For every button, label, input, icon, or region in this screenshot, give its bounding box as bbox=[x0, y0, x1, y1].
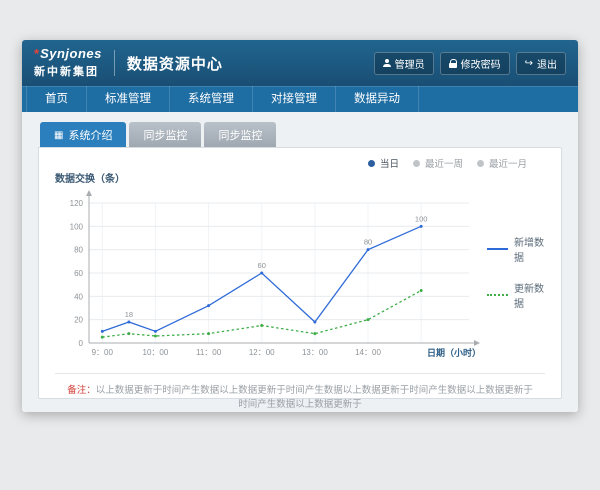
svg-text:120: 120 bbox=[70, 199, 84, 208]
svg-text:20: 20 bbox=[74, 316, 83, 325]
lock-icon bbox=[449, 59, 457, 68]
brand: * Synjones 新中新集团 数据资源中心 bbox=[34, 47, 223, 79]
app-window: * Synjones 新中新集团 数据资源中心 管理员 修改密码 退出 bbox=[22, 40, 578, 412]
range-option-last-month[interactable]: 最近一月 bbox=[477, 156, 527, 170]
tab-sync-monitor-2-label: 同步监控 bbox=[218, 127, 262, 143]
svg-text:日期（小时）: 日期（小时） bbox=[427, 347, 481, 358]
legend-line-new-data bbox=[487, 248, 508, 250]
svg-text:11：00: 11：00 bbox=[196, 348, 222, 357]
svg-text:9：00: 9：00 bbox=[92, 348, 114, 357]
logo-subtext: 新中新集团 bbox=[34, 63, 102, 79]
user-icon bbox=[383, 59, 391, 67]
brand-divider bbox=[114, 50, 115, 76]
series-legend: 新增数据 更新数据 bbox=[487, 234, 549, 310]
svg-text:13：00: 13：00 bbox=[302, 348, 328, 357]
svg-text:12：00: 12：00 bbox=[249, 348, 275, 357]
nav-item-data-changes[interactable]: 数据异动 bbox=[336, 86, 419, 112]
svg-text:14：00: 14：00 bbox=[355, 348, 381, 357]
range-legend: 当日 最近一周 最近一月 bbox=[51, 154, 549, 170]
range-option-last-week[interactable]: 最近一周 bbox=[413, 156, 463, 170]
content-area: 系统介绍 同步监控 同步监控 当日 最近一周 bbox=[22, 112, 578, 412]
app-header: * Synjones 新中新集团 数据资源中心 管理员 修改密码 退出 bbox=[22, 40, 578, 86]
tab-sync-monitor-1[interactable]: 同步监控 bbox=[129, 122, 201, 147]
nav-item-system-mgmt[interactable]: 系统管理 bbox=[170, 86, 253, 112]
svg-text:0: 0 bbox=[79, 339, 84, 348]
svg-text:10：00: 10：00 bbox=[143, 348, 169, 357]
logout-icon bbox=[525, 58, 533, 69]
admin-user-label: 管理员 bbox=[395, 56, 425, 71]
tab-bar: 系统介绍 同步监控 同步监控 bbox=[38, 122, 562, 147]
range-option-today[interactable]: 当日 bbox=[368, 156, 399, 170]
range-label-last-month: 最近一月 bbox=[489, 156, 527, 170]
y-axis-title: 数据交换（条） bbox=[55, 170, 549, 185]
svg-text:18: 18 bbox=[125, 310, 133, 319]
logo-text: Synjones bbox=[40, 47, 102, 60]
admin-user-button[interactable]: 管理员 bbox=[374, 52, 434, 75]
legend-item-new-data[interactable]: 新增数据 bbox=[487, 234, 549, 264]
range-dot-last-week bbox=[413, 160, 420, 167]
main-nav: 首页 标准管理 系统管理 对接管理 数据异动 bbox=[22, 86, 578, 112]
range-dot-today bbox=[368, 160, 375, 167]
footnote-text: 以上数据更新于时间产生数据以上数据更新于时间产生数据以上数据更新于时间产生数据以… bbox=[96, 385, 533, 410]
change-password-button[interactable]: 修改密码 bbox=[440, 52, 510, 75]
legend-label-new-data: 新增数据 bbox=[514, 234, 549, 264]
tab-system-intro-label: 系统介绍 bbox=[68, 127, 112, 143]
change-password-label: 修改密码 bbox=[461, 56, 501, 71]
nav-item-standard-mgmt[interactable]: 标准管理 bbox=[87, 86, 170, 112]
line-chart: 0 20 40 60 80 100 120 9：00 10：00 11：00 12：00 13：00 1… bbox=[51, 185, 483, 373]
tab-sync-monitor-2[interactable]: 同步监控 bbox=[204, 122, 276, 147]
range-label-today: 当日 bbox=[380, 156, 399, 170]
footnote-prefix: 备注： bbox=[67, 385, 96, 396]
logo-star-icon: * bbox=[34, 47, 39, 60]
svg-text:40: 40 bbox=[74, 292, 83, 301]
nav-item-connection-mgmt[interactable]: 对接管理 bbox=[253, 86, 336, 112]
chart-row: 0 20 40 60 80 100 120 9：00 10：00 11：00 12：00 13：00 1… bbox=[51, 185, 549, 373]
nav-item-home[interactable]: 首页 bbox=[26, 86, 87, 112]
grid-icon bbox=[54, 129, 63, 141]
svg-text:60: 60 bbox=[74, 269, 83, 278]
range-dot-last-month bbox=[477, 160, 484, 167]
svg-text:100: 100 bbox=[70, 222, 84, 231]
synjones-logo: * Synjones 新中新集团 bbox=[34, 47, 102, 79]
chart-panel: 当日 最近一周 最近一月 数据交换（条） 0 20 40 60 80 100 120 9：00… bbox=[38, 147, 562, 399]
legend-label-updated-data: 更新数据 bbox=[514, 280, 549, 310]
legend-item-updated-data[interactable]: 更新数据 bbox=[487, 280, 549, 310]
svg-text:80: 80 bbox=[364, 238, 372, 247]
logout-button[interactable]: 退出 bbox=[516, 52, 566, 75]
range-label-last-week: 最近一周 bbox=[425, 156, 463, 170]
footnote: 备注：以上数据更新于时间产生数据以上数据更新于时间产生数据以上数据更新于时间产生… bbox=[51, 374, 549, 412]
app-title: 数据资源中心 bbox=[127, 53, 223, 74]
legend-line-updated-data bbox=[487, 294, 508, 296]
tab-sync-monitor-1-label: 同步监控 bbox=[143, 127, 187, 143]
user-actions: 管理员 修改密码 退出 bbox=[374, 52, 566, 75]
svg-text:80: 80 bbox=[74, 246, 83, 255]
svg-text:60: 60 bbox=[258, 261, 266, 270]
svg-text:100: 100 bbox=[415, 214, 428, 223]
tab-system-intro[interactable]: 系统介绍 bbox=[40, 122, 126, 147]
logout-label: 退出 bbox=[537, 56, 557, 71]
